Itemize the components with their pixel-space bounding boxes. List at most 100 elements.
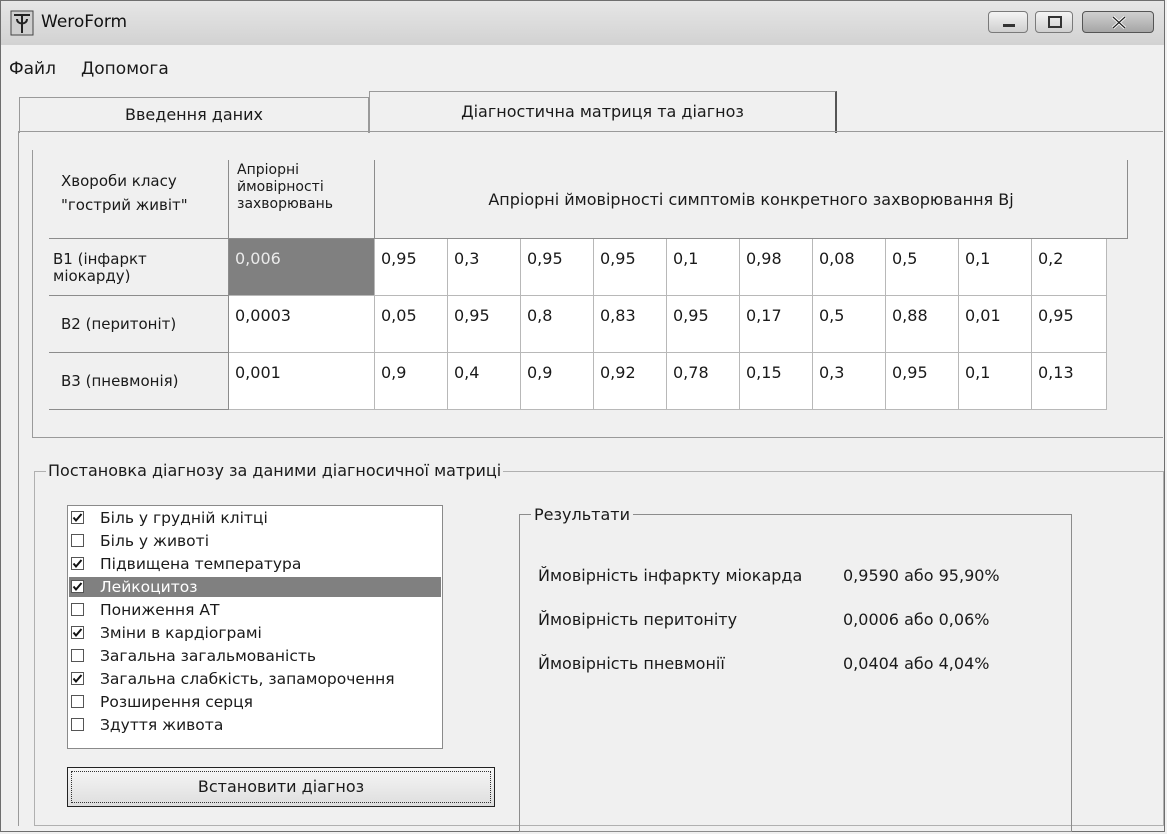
menu-file[interactable]: Файл bbox=[9, 59, 56, 79]
symptom-list-item[interactable]: Пониження АТ bbox=[69, 600, 441, 620]
checkbox-unchecked[interactable] bbox=[71, 718, 84, 731]
checkbox-unchecked[interactable] bbox=[71, 534, 84, 547]
symptom-label: Загальна загальмованість bbox=[100, 647, 317, 665]
checkbox-unchecked[interactable] bbox=[71, 695, 84, 708]
tab-strip: Введення даних Діагностична матриця та д… bbox=[1, 91, 1164, 133]
result-label-peritonitis: Ймовірність перитоніту bbox=[538, 610, 738, 629]
symptom-list-item[interactable]: Зміни в кардіограмі bbox=[69, 623, 441, 643]
symptom-value-cell[interactable]: 0,13 bbox=[1032, 353, 1107, 410]
symptom-value-cell[interactable]: 0,95 bbox=[448, 296, 521, 353]
symptom-value-cell[interactable]: 0,08 bbox=[813, 239, 886, 296]
symptom-checklist[interactable]: Біль у грудній клітці Біль у животі Підвищ… bbox=[67, 505, 443, 749]
focus-rectangle bbox=[71, 771, 491, 803]
symptom-list-item[interactable]: Біль у животі bbox=[69, 531, 441, 551]
tab-data-entry[interactable]: Введення даних bbox=[19, 97, 369, 133]
symptom-value-cell[interactable]: 0,15 bbox=[740, 353, 813, 410]
symptom-list-item[interactable]: Загальна слабкість, запаморочення bbox=[69, 669, 441, 689]
checkbox-checked[interactable] bbox=[71, 557, 84, 570]
header-prior-probability: Апріорні ймовірності захворювань bbox=[229, 160, 375, 239]
symptom-label: Біль у животі bbox=[100, 532, 209, 550]
symptom-value-cell[interactable]: 0,1 bbox=[959, 353, 1032, 410]
symptom-list-item[interactable]: Загальна загальмованість bbox=[69, 646, 441, 666]
symptom-value-cell[interactable]: 0,78 bbox=[667, 353, 740, 410]
title-bar[interactable]: WeroForm bbox=[1, 1, 1164, 45]
symptom-value-cell[interactable]: 0,4 bbox=[448, 353, 521, 410]
checkbox-checked[interactable] bbox=[71, 626, 84, 639]
symptom-label: Біль у грудній клітці bbox=[100, 509, 268, 527]
symptom-value-cell[interactable]: 0,95 bbox=[594, 239, 667, 296]
symptom-value-cell[interactable]: 0,1 bbox=[959, 239, 1032, 296]
result-label-pneumonia: Ймовірність пневмонії bbox=[538, 654, 725, 673]
checkbox-unchecked[interactable] bbox=[71, 603, 84, 616]
maximize-button[interactable] bbox=[1035, 11, 1073, 33]
symptom-label: Розширення серця bbox=[100, 693, 253, 711]
checkmark-icon bbox=[72, 582, 83, 592]
diagnosis-group-title: Постановка діагнозу за даними діагносичн… bbox=[46, 461, 504, 480]
symptom-value-cell[interactable]: 0,95 bbox=[1032, 296, 1107, 353]
minimize-button[interactable] bbox=[988, 11, 1028, 33]
symptom-list-item[interactable]: Підвищена температура bbox=[69, 554, 441, 574]
checkmark-icon bbox=[72, 513, 83, 523]
header-disease-class: Хвороби класу "гострий живіт" bbox=[49, 160, 229, 239]
symptom-value-cell[interactable]: 0,95 bbox=[375, 239, 448, 296]
symptom-list-item[interactable]: Розширення серця bbox=[69, 692, 441, 712]
symptom-label: Пониження АТ bbox=[100, 601, 220, 619]
symptom-value-cell[interactable]: 0,95 bbox=[667, 296, 740, 353]
symptom-value-cell[interactable]: 0,05 bbox=[375, 296, 448, 353]
symptom-value-cell[interactable]: 0,3 bbox=[448, 239, 521, 296]
symptom-label: Здуття живота bbox=[100, 716, 224, 734]
checkmark-icon bbox=[72, 559, 83, 569]
prior-value-cell[interactable]: 0,0003 bbox=[229, 296, 375, 353]
checkmark-icon bbox=[72, 674, 83, 684]
symptom-value-cell[interactable]: 0,17 bbox=[740, 296, 813, 353]
symptom-value-cell[interactable]: 0,92 bbox=[594, 353, 667, 410]
symptom-value-cell[interactable]: 0,88 bbox=[886, 296, 959, 353]
symptom-value-cell[interactable]: 0,95 bbox=[886, 353, 959, 410]
maximize-icon bbox=[1048, 16, 1062, 28]
symptom-label: Загальна слабкість, запаморочення bbox=[100, 670, 395, 688]
symptom-value-cell[interactable]: 0,95 bbox=[521, 239, 594, 296]
checkbox-checked[interactable] bbox=[71, 580, 84, 593]
result-value-peritonitis: 0,0006 або 0,06% bbox=[843, 610, 990, 629]
prior-value-cell[interactable]: 0,001 bbox=[229, 353, 375, 410]
checkmark-icon bbox=[72, 628, 83, 638]
symptom-value-cell[interactable]: 0,98 bbox=[740, 239, 813, 296]
symptom-value-cell[interactable]: 0,3 bbox=[813, 353, 886, 410]
checkbox-unchecked[interactable] bbox=[71, 649, 84, 662]
symptom-value-cell[interactable]: 0,01 bbox=[959, 296, 1032, 353]
minimize-icon bbox=[1003, 24, 1015, 27]
symptom-value-cell[interactable]: 0,2 bbox=[1032, 239, 1107, 296]
results-title: Результати bbox=[531, 505, 633, 524]
header-symptom-probabilities: Апріорні ймовірності симптомів конкретно… bbox=[375, 160, 1128, 239]
symptom-label: Зміни в кардіограмі bbox=[100, 624, 262, 642]
symptom-list-item[interactable]: Здуття живота bbox=[69, 715, 441, 735]
symptom-value-cell[interactable]: 0,1 bbox=[667, 239, 740, 296]
checkbox-checked[interactable] bbox=[71, 511, 84, 524]
result-value-pneumonia: 0,0404 або 4,04% bbox=[843, 654, 990, 673]
menu-help[interactable]: Допомога bbox=[81, 59, 169, 79]
row-header-disease: B2 (перитоніт) bbox=[49, 296, 229, 353]
checkbox-checked[interactable] bbox=[71, 672, 84, 685]
symptom-value-cell[interactable]: 0,9 bbox=[521, 353, 594, 410]
symptom-list-item[interactable]: Біль у грудній клітці bbox=[69, 508, 441, 528]
menu-bar: Файл Допомога bbox=[1, 45, 1164, 91]
row-header-disease: B3 (пневмонія) bbox=[49, 353, 229, 410]
symptom-label: Лейкоцитоз bbox=[100, 578, 198, 596]
row-header-disease: B1 (інфаркт міокарду) bbox=[49, 239, 229, 296]
symptom-value-cell[interactable]: 0,83 bbox=[594, 296, 667, 353]
result-label-infarct: Ймовірність інфаркту міокарда bbox=[538, 566, 803, 585]
close-button[interactable] bbox=[1082, 11, 1154, 33]
window-title: WeroForm bbox=[41, 12, 128, 32]
symptom-value-cell[interactable]: 0,5 bbox=[886, 239, 959, 296]
symptom-value-cell[interactable]: 0,8 bbox=[521, 296, 594, 353]
set-diagnosis-button[interactable]: Встановити діагноз bbox=[67, 767, 495, 807]
symptom-value-cell[interactable]: 0,9 bbox=[375, 353, 448, 410]
tab-diagnostic-matrix[interactable]: Діагностична матриця та діагноз bbox=[369, 91, 837, 133]
symptom-list-item[interactable]: Лейкоцитоз bbox=[69, 577, 441, 597]
prior-value-cell[interactable]: 0,006 bbox=[229, 239, 375, 296]
results-groupbox bbox=[519, 514, 1072, 832]
app-logo-icon bbox=[10, 10, 34, 36]
symptom-label: Підвищена температура bbox=[100, 555, 302, 573]
symptom-value-cell[interactable]: 0,5 bbox=[813, 296, 886, 353]
result-value-infarct: 0,9590 або 95,90% bbox=[843, 566, 1000, 585]
